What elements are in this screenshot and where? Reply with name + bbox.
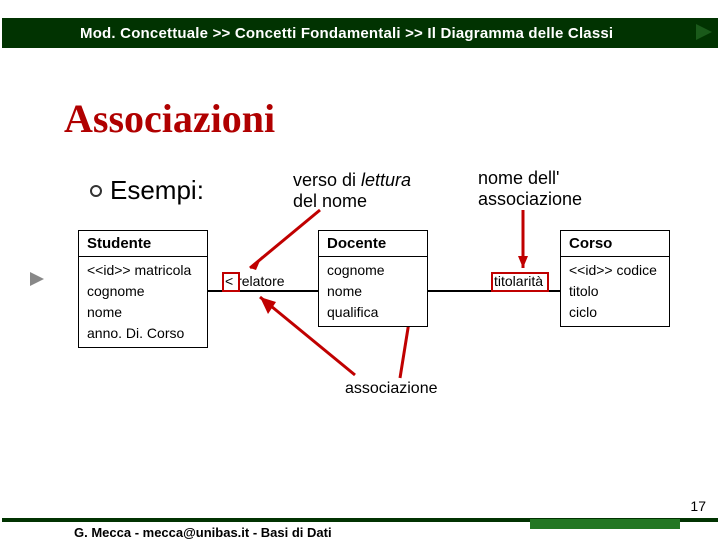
slide: Mod. Concettuale >> Concetti Fondamental… <box>0 0 720 540</box>
class-corso-name: Corso <box>561 231 669 257</box>
attr: nome <box>327 281 419 302</box>
label-associazione: associazione <box>345 380 438 398</box>
attr: titolo <box>569 281 661 302</box>
class-corso: Corso <<id>> codice titolo ciclo <box>560 230 670 327</box>
class-studente-name: Studente <box>79 231 207 257</box>
class-docente-name: Docente <box>319 231 427 257</box>
attr: <<id>> matricola <box>87 260 199 281</box>
page-number: 17 <box>690 498 706 514</box>
footer-text: G. Mecca - mecca@unibas.it - Basi di Dat… <box>74 525 332 540</box>
attr: nome <box>87 302 199 323</box>
class-docente-attrs: cognome nome qualifica <box>319 257 427 326</box>
attr: anno. Di. Corso <box>87 323 199 344</box>
attr: cognome <box>327 260 419 281</box>
arrowhead-nome <box>518 256 528 268</box>
class-studente: Studente <<id>> matricola cognome nome a… <box>78 230 208 348</box>
class-corso-attrs: <<id>> codice titolo ciclo <box>561 257 669 326</box>
highlight-titolarita <box>491 272 549 292</box>
arrowhead-assoc-l <box>260 297 276 314</box>
class-studente-attrs: <<id>> matricola cognome nome anno. Di. … <box>79 257 207 347</box>
highlight-chevron <box>222 272 240 292</box>
footer-accent <box>530 519 680 529</box>
attr: qualifica <box>327 302 419 323</box>
class-docente: Docente cognome nome qualifica <box>318 230 428 327</box>
attr: ciclo <box>569 302 661 323</box>
arrowhead-verso <box>250 256 262 270</box>
attr: cognome <box>87 281 199 302</box>
attr: <<id>> codice <box>569 260 661 281</box>
